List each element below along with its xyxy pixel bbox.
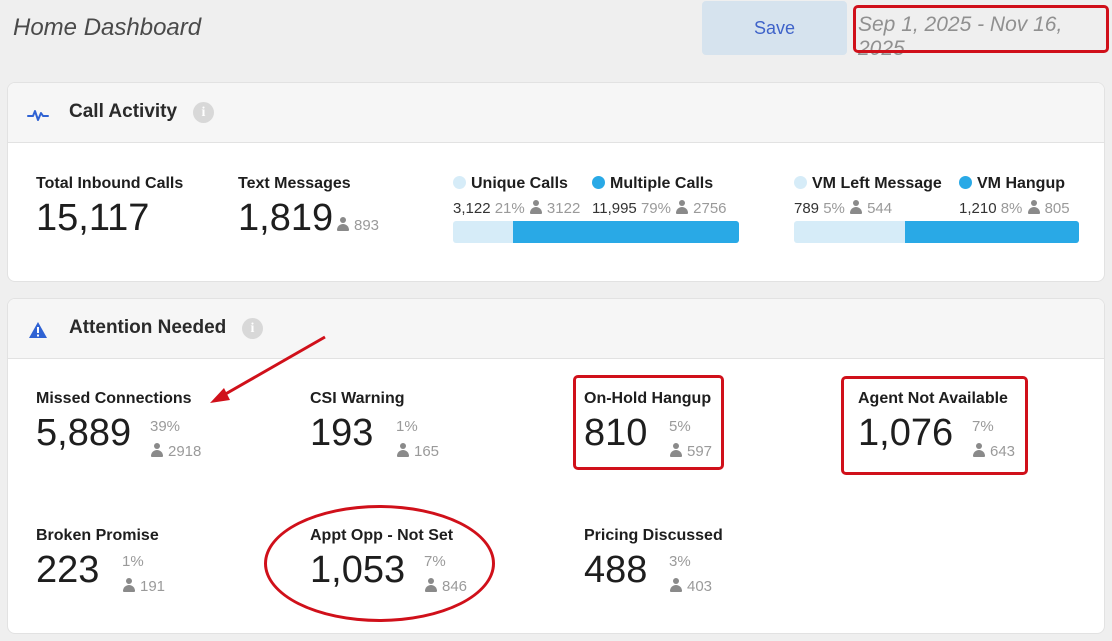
missed-connections-metric[interactable]: Missed Connections 5,889 39% 2918 <box>36 390 201 460</box>
page-title: Home Dashboard <box>13 14 202 41</box>
metric-value: 223 <box>36 549 100 591</box>
metric-value: 193 <box>310 412 374 454</box>
person-icon <box>529 200 543 214</box>
person-icon <box>336 217 350 231</box>
vm-hangup-stats: 1,210 8% 805 <box>959 200 1070 217</box>
vm-split-bar <box>794 221 1079 243</box>
info-icon[interactable]: i <box>193 102 214 123</box>
person-icon <box>849 200 863 214</box>
person-icon <box>150 443 164 457</box>
person-icon <box>669 578 683 592</box>
metric-value: 1,819 <box>238 197 334 239</box>
attention-header: Attention Needed i <box>8 299 1104 359</box>
call-activity-card: Call Activity i Total Inbound Calls 15,1… <box>7 82 1105 282</box>
people-count: 165 <box>414 443 440 460</box>
person-icon <box>396 443 410 457</box>
metric-pct: 39% <box>150 418 181 435</box>
metric-pct: 1% <box>396 418 418 435</box>
person-icon <box>1027 200 1041 214</box>
metric-pct: 1% <box>122 553 144 570</box>
legend-vm-left-message: VM Left Message <box>794 175 942 193</box>
metric-label: Missed Connections <box>36 390 192 407</box>
multiple-calls-stats: 11,995 79% 2756 <box>592 200 727 217</box>
legend-dot <box>959 176 972 189</box>
annotation-ellipse-appt <box>264 505 495 622</box>
total-inbound-calls-metric: Total Inbound Calls 15,117 <box>36 175 184 239</box>
legend-vm-hangup: VM Hangup <box>959 175 1065 193</box>
pricing-discussed-metric[interactable]: Pricing Discussed 488 3% 403 <box>584 527 723 595</box>
csi-warning-metric[interactable]: CSI Warning 193 1% 165 <box>310 390 439 460</box>
broken-promise-metric[interactable]: Broken Promise 223 1% 191 <box>36 527 165 595</box>
section-title: Attention Needed <box>69 317 227 338</box>
people-count: 403 <box>687 578 713 595</box>
info-icon[interactable]: i <box>242 318 263 339</box>
pulse-icon <box>27 110 49 121</box>
metric-value: 15,117 <box>36 197 150 239</box>
metric-pct: 3% <box>669 553 691 570</box>
vm-left-stats: 789 5% 544 <box>794 200 893 217</box>
legend-multiple-calls: Multiple Calls <box>592 175 713 193</box>
warning-icon <box>29 322 47 338</box>
legend-dot <box>592 176 605 189</box>
annotation-box-agent <box>841 376 1028 475</box>
annotation-box-on-hold <box>573 375 724 470</box>
metric-value: 488 <box>584 549 648 591</box>
call-activity-header: Call Activity i <box>8 83 1104 143</box>
metric-label: Text Messages <box>238 175 351 192</box>
annotation-box-date <box>853 5 1109 53</box>
person-icon <box>122 578 136 592</box>
metric-value: 5,889 <box>36 412 132 454</box>
metric-label: Broken Promise <box>36 527 159 544</box>
calls-split-bar <box>453 221 739 243</box>
vm-split-fill <box>905 221 1079 243</box>
section-title: Call Activity <box>69 101 178 122</box>
people-count: 191 <box>140 578 166 595</box>
people-count: 2918 <box>168 443 202 460</box>
text-messages-metric: Text Messages 1,819 893 <box>238 175 379 239</box>
legend-unique-calls: Unique Calls <box>453 175 568 193</box>
people-count: 893 <box>354 217 380 234</box>
legend-dot <box>453 176 466 189</box>
unique-calls-stats: 3,122 21% 3122 <box>453 200 581 217</box>
legend-dot <box>794 176 807 189</box>
calls-split-fill <box>513 221 739 243</box>
metric-label: Total Inbound Calls <box>36 175 184 192</box>
save-button[interactable]: Save <box>702 1 847 55</box>
metric-label: CSI Warning <box>310 390 405 407</box>
metric-label: Pricing Discussed <box>584 527 723 544</box>
person-icon <box>675 200 689 214</box>
